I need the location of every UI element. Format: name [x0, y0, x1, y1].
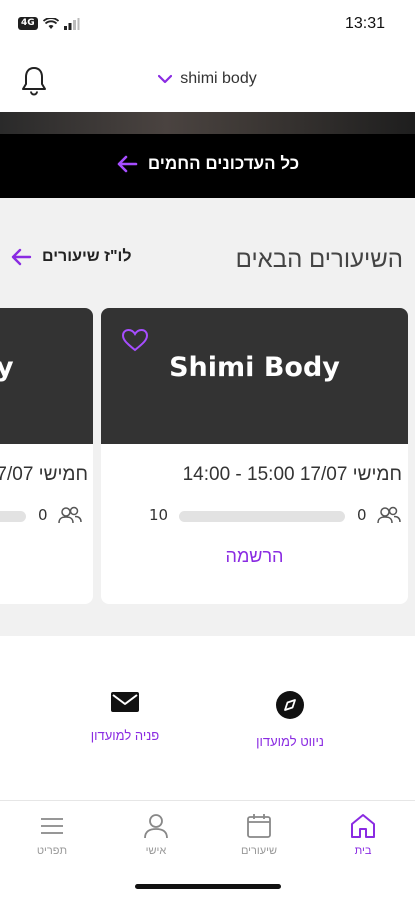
class-name: y	[0, 352, 14, 383]
class-date: חמישי 17/07	[0, 464, 88, 485]
booked-count: 0	[357, 506, 367, 524]
home-indicator	[135, 884, 281, 889]
register-button[interactable]: הרשמה	[101, 546, 408, 567]
calendar-icon	[247, 814, 271, 838]
class-card[interactable]: y חמישי 17/07 0	[0, 308, 93, 604]
capacity-bar	[0, 511, 26, 522]
hero-image	[0, 112, 415, 134]
compass-icon	[276, 691, 304, 719]
status-bar: 4G 13:31	[0, 0, 415, 50]
navigate-to-club-label: ניווט למועדון	[256, 734, 324, 749]
hot-updates-banner[interactable]: כל העדכונים החמים	[0, 134, 415, 198]
capacity-total: 10	[149, 506, 169, 524]
class-date-time: חמישי 17/07 15:00 - 14:00	[182, 464, 402, 485]
hot-updates-label: כל העדכונים החמים	[147, 154, 300, 173]
contact-club-button[interactable]: פניה למועדון	[50, 690, 200, 743]
club-actions: ניווט למועדון פניה למועדון	[0, 690, 415, 760]
home-icon	[351, 814, 375, 838]
capacity-row: 10 0	[101, 506, 408, 528]
nav-personal-label: אישי	[145, 845, 167, 857]
class-card-header: Shimi Body	[101, 308, 408, 444]
schedule-link-label: לו"ז שיעורים	[42, 248, 132, 265]
nav-menu-label: תפריט	[36, 845, 68, 857]
contact-club-label: פניה למועדון	[90, 728, 160, 743]
class-card-header: y	[0, 308, 93, 444]
upcoming-classes-section: השיעורים הבאים לו"ז שיעורים y חמישי 17/0…	[0, 198, 415, 636]
club-selector[interactable]: shimi body	[0, 70, 415, 88]
nav-classes[interactable]: שיעורים	[207, 811, 311, 857]
user-icon	[144, 814, 168, 839]
app-header: shimi body	[0, 50, 415, 112]
arrow-left-icon	[117, 155, 138, 173]
menu-icon	[41, 818, 63, 834]
envelope-icon	[111, 692, 139, 712]
booked-count: 0	[38, 506, 48, 524]
status-time: 13:31	[344, 15, 385, 32]
chevron-down-icon	[158, 74, 173, 83]
nav-home[interactable]: בית	[311, 811, 415, 857]
class-name: Shimi Body	[169, 352, 340, 383]
club-name: shimi body	[180, 70, 257, 87]
schedule-link[interactable]: לו"ז שיעורים	[10, 248, 132, 266]
signal-icon	[63, 17, 80, 30]
nav-classes-label: שיעורים	[240, 845, 278, 857]
status-indicators: 4G	[18, 17, 80, 30]
navigate-to-club-button[interactable]: ניווט למועדון	[215, 690, 365, 749]
capacity-bar	[179, 511, 345, 522]
nav-personal[interactable]: אישי	[104, 811, 208, 857]
heart-icon[interactable]	[121, 328, 149, 352]
nav-home-label: בית	[354, 845, 372, 857]
people-icon	[377, 506, 401, 524]
network-badge: 4G	[18, 17, 38, 30]
wifi-icon	[42, 17, 59, 29]
class-card[interactable]: Shimi Body חמישי 17/07 15:00 - 14:00 10 …	[101, 308, 408, 604]
nav-menu[interactable]: תפריט	[0, 811, 104, 857]
people-icon	[58, 506, 82, 524]
arrow-left-icon	[11, 248, 32, 266]
section-title: השיעורים הבאים	[235, 246, 403, 273]
